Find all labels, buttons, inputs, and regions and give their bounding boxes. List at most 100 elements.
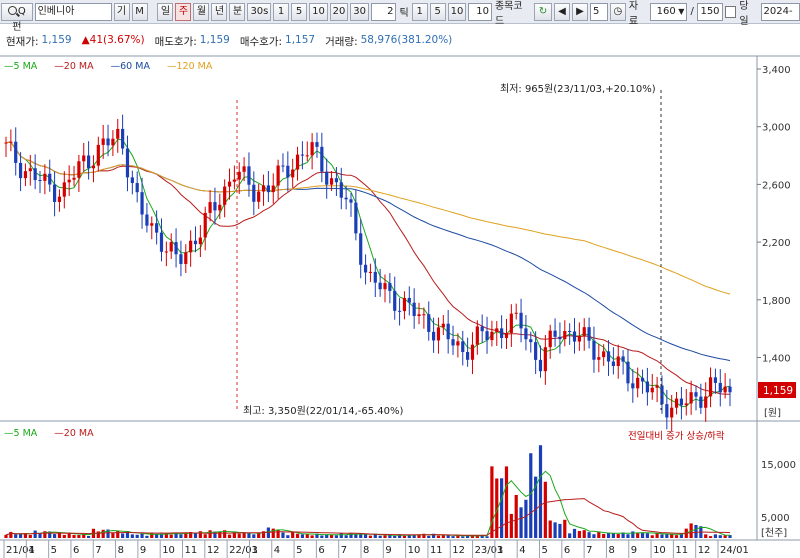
volume-bar: [300, 534, 305, 538]
legend-ma60[interactable]: —60 MA: [111, 61, 157, 72]
next-button[interactable]: ▶: [572, 2, 589, 21]
candle-body: [616, 356, 620, 367]
candle-body: [300, 154, 305, 156]
period-minute-button[interactable]: 분: [229, 2, 246, 21]
tick-5-button[interactable]: 5: [429, 2, 446, 21]
candle-body: [23, 171, 28, 179]
period-5-button[interactable]: 5: [291, 2, 308, 21]
step-input[interactable]: 5: [590, 2, 608, 21]
total-count-field[interactable]: 150: [696, 2, 723, 21]
candle-body: [388, 283, 392, 291]
tick-1-button[interactable]: 1: [411, 2, 428, 21]
candle-body: [359, 233, 363, 265]
time-tick-label: 23/01: [475, 545, 504, 556]
time-tick-label: 7: [586, 545, 592, 556]
period-year-button[interactable]: 년: [211, 2, 228, 21]
volume-bar: [96, 531, 100, 538]
volume-bar: [475, 535, 479, 538]
volume-bar: [446, 535, 450, 538]
clock-button[interactable]: ◷: [609, 2, 626, 21]
period-week-button[interactable]: 주: [175, 2, 192, 21]
time-tick-label: 11: [430, 545, 443, 556]
current-price-tag-text: 1,159: [763, 385, 793, 397]
today-checkbox[interactable]: [724, 5, 737, 18]
refresh-icon: ↻: [538, 5, 548, 17]
legend-ma5[interactable]: —5 MA: [4, 61, 44, 72]
date-input[interactable]: 2024-0: [760, 2, 800, 21]
legend-ma20[interactable]: —20 MA: [54, 61, 100, 72]
candle-body: [597, 357, 601, 360]
period-30-button[interactable]: 30: [350, 2, 369, 21]
time-tick-label: 4: [28, 545, 34, 556]
candle-body: [247, 166, 251, 185]
candle-body: [446, 323, 450, 340]
candle-body: [470, 344, 475, 360]
volume-bar: [140, 533, 144, 538]
volume-bar: [699, 526, 703, 538]
toolbar: Q펀 인베니아 기 M 일 주 월 년 분 30s 1 5 10 20 30 2…: [0, 0, 800, 33]
period-30s-button[interactable]: 30s: [247, 2, 272, 21]
volume-bar: [135, 534, 139, 538]
volume-bar: [538, 445, 543, 538]
candle-body: [325, 171, 329, 185]
volume-bar: [232, 531, 236, 538]
candle-body: [422, 314, 426, 316]
candle-body: [456, 341, 460, 346]
candle-body: [266, 185, 270, 193]
stock-name-field[interactable]: 인베니아: [34, 2, 112, 21]
volume-bar: [121, 533, 125, 538]
period-month-button[interactable]: 월: [193, 2, 210, 21]
candle-body: [116, 128, 120, 139]
candle-body: [475, 326, 479, 345]
volume-bar: [548, 520, 552, 538]
candle-body: [568, 330, 572, 332]
volume-bar: [179, 534, 183, 538]
volume-bar: [237, 533, 241, 538]
candle-body: [636, 377, 640, 389]
refresh-button[interactable]: ↻: [534, 2, 553, 21]
volume-bar: [519, 507, 523, 538]
candle-body: [62, 182, 66, 197]
volume-bar: [155, 534, 159, 538]
tick-count-input[interactable]: 2: [370, 2, 397, 21]
volume-bar: [723, 535, 727, 538]
volume-legend-ma5[interactable]: —5 MA: [4, 428, 44, 439]
tick-10-button[interactable]: 10: [447, 2, 467, 21]
prev-button[interactable]: ◀: [554, 2, 571, 21]
candle-body: [218, 204, 222, 211]
candle-body: [349, 199, 353, 203]
candle-body: [223, 186, 227, 205]
candle-body: [655, 385, 659, 388]
period-20-button[interactable]: 20: [329, 2, 349, 21]
data-count-select[interactable]: 160 ▼: [649, 2, 688, 21]
stock-search-button[interactable]: Q펀: [1, 2, 33, 33]
candle-body: [373, 271, 377, 283]
volume-bar: [655, 533, 659, 538]
volume-ma5-line: [5, 470, 731, 537]
volume-bar: [529, 453, 533, 538]
m-button[interactable]: M: [131, 2, 148, 21]
volume-bar: [252, 534, 256, 538]
tick-value-input[interactable]: 10: [468, 2, 492, 21]
candle-body: [689, 392, 693, 404]
period-day-button[interactable]: 일: [157, 2, 174, 21]
candle-body: [334, 178, 339, 183]
ask-label: 매도호가:: [154, 36, 197, 48]
time-tick-label: 9: [385, 545, 391, 556]
volume-bar: [116, 530, 120, 538]
price-volume-chart[interactable]: 3,4003,0002,6002,2001,8001,400 21/014 5 6 7…: [0, 0, 800, 558]
ma-lines: [5, 138, 731, 408]
volume-bar: [708, 536, 713, 538]
bid-value: 1,157: [285, 34, 316, 46]
candle-body: [451, 339, 455, 346]
ki-button[interactable]: 기: [113, 2, 130, 21]
legend-ma120[interactable]: —120 MA: [167, 61, 219, 72]
volume-bar: [354, 534, 358, 538]
candle-body: [684, 403, 688, 406]
period-10-button[interactable]: 10: [309, 2, 328, 21]
bid-label: 매수호가:: [239, 36, 283, 48]
volume-legend-ma20[interactable]: —20 MA: [54, 428, 100, 439]
period-1-button[interactable]: 1: [273, 2, 290, 21]
candle-body: [203, 212, 207, 238]
candle-body: [145, 214, 149, 226]
